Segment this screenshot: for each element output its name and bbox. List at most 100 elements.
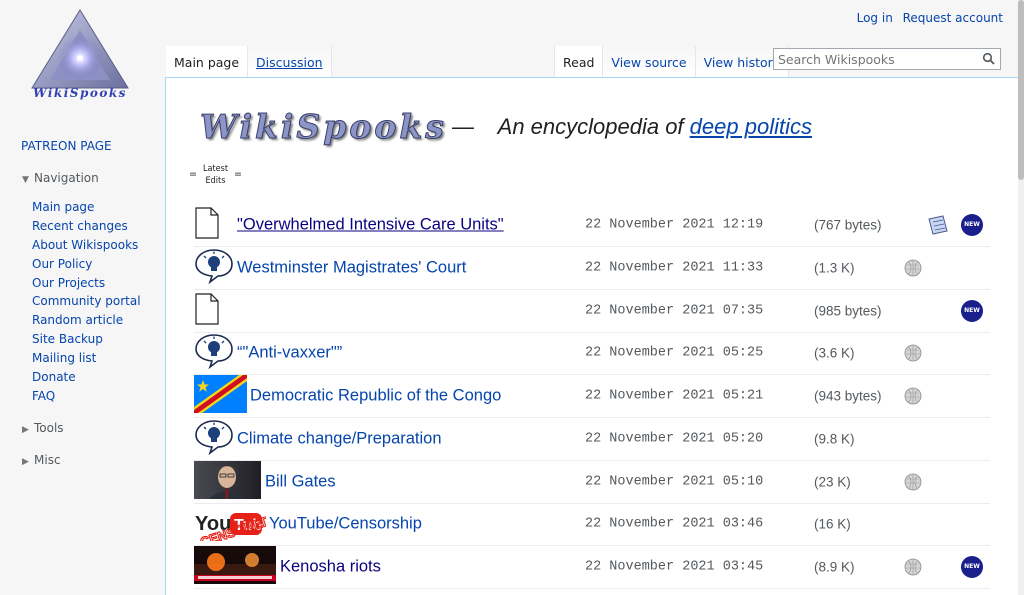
latest-line1: Latest: [202, 164, 228, 174]
page-size: (16 K): [814, 516, 851, 532]
idea-icon[interactable]: [194, 248, 234, 288]
photo-riots[interactable]: [194, 546, 276, 588]
page-size: (985 bytes): [814, 303, 882, 318]
list-item: Westminster Magistrates' Court 22 Novembe…: [194, 247, 990, 290]
page-size: (767 bytes): [814, 217, 882, 233]
edit-timestamp: 22 November 2021 05:25: [585, 345, 764, 361]
new-badge: NEW: [961, 214, 983, 236]
search-icon[interactable]: [982, 52, 996, 66]
heading-marker: =: [234, 169, 242, 180]
wikipedia-globe-icon[interactable]: [904, 259, 922, 277]
idea-icon[interactable]: [194, 419, 234, 459]
tab-main-page[interactable]: Main page: [166, 46, 249, 77]
edit-timestamp: 22 November 2021 03:45: [585, 559, 764, 575]
page-title-link[interactable]: "Overwhelmed Intensive Care Units": [237, 216, 504, 235]
list-item: Bill Gates 22 November 2021 05:10 (23 K): [194, 460, 990, 504]
login-link[interactable]: Log in: [857, 11, 893, 25]
edit-timestamp: 22 November 2021 05:10: [585, 474, 764, 489]
heading-marker: =: [189, 169, 197, 180]
sidebar-item-policy[interactable]: Our Policy: [32, 257, 92, 271]
misc-toggle[interactable]: ▶ Misc: [22, 453, 61, 467]
idea-icon[interactable]: [194, 333, 234, 373]
wikipedia-globe-icon[interactable]: [904, 387, 922, 405]
navigation-label: Navigation: [34, 171, 99, 185]
wikipedia-globe-icon[interactable]: [904, 558, 922, 576]
sidebar-item-random-article[interactable]: Random article: [32, 313, 123, 327]
page-title-link[interactable]: Westminster Magistrates' Court: [237, 258, 466, 277]
sidebar-item-projects[interactable]: Our Projects: [32, 276, 105, 290]
edit-timestamp: 22 November 2021 03:46: [585, 516, 764, 532]
edit-timestamp: 22 November 2021 12:19: [585, 217, 764, 233]
patreon-link[interactable]: PATREON PAGE: [21, 139, 112, 153]
list-item: "Overwhelmed Intensive Care Units" 22 Nov…: [194, 204, 990, 247]
wikispooks-wordmark: WikiSpooks: [200, 107, 447, 147]
request-account-link[interactable]: Request account: [903, 11, 1003, 25]
tab-discussion-link[interactable]: Discussion: [256, 55, 322, 70]
list-item: Democratic Republic of the Congo 22 Novem…: [194, 375, 990, 418]
photo-person[interactable]: [194, 460, 261, 503]
scrollbar-thumb[interactable]: [1018, 0, 1024, 180]
edit-timestamp: 22 November 2021 11:33: [585, 260, 764, 276]
new-badge: NEW: [961, 299, 983, 322]
personal-tools: Log in Request account: [851, 11, 1003, 25]
sidebar-item-recent-changes[interactable]: Recent changes: [32, 219, 128, 233]
sidebar-item-site-backup[interactable]: Site Backup: [32, 332, 103, 346]
flag-congo[interactable]: [194, 375, 247, 417]
tools-label: Tools: [34, 421, 64, 435]
wikipedia-globe-icon[interactable]: [904, 473, 922, 491]
page-size: (943 bytes): [814, 388, 882, 404]
edit-note-icon[interactable]: [927, 215, 949, 235]
list-item: Kenosha riots 22 November 2021 03:45 (8.9 …: [194, 546, 990, 589]
page-title-link[interactable]: “"Anti-vaxxer"”: [237, 344, 342, 363]
tab-read[interactable]: Read: [554, 46, 604, 77]
page-size: (8.9 K): [814, 559, 855, 575]
search-input[interactable]: [774, 49, 982, 70]
navigation-list: Main page Recent changes About Wikispook…: [32, 200, 141, 408]
sidebar-item-community-portal[interactable]: Community portal: [32, 294, 141, 308]
sidebar-item-about[interactable]: About Wikispooks: [32, 238, 138, 252]
sidebar-item-donate[interactable]: Donate: [32, 370, 76, 384]
edit-timestamp: 22 November 2021 07:35: [585, 303, 764, 318]
edit-timestamp: 22 November 2021 05:21: [585, 388, 764, 404]
page-title-link[interactable]: Bill Gates: [265, 472, 336, 491]
view-tabs: Read View source View history: [554, 46, 790, 78]
page-title-link[interactable]: Democratic Republic of the Congo: [250, 387, 501, 406]
wikipedia-globe-icon[interactable]: [904, 344, 922, 362]
logo-text: WikiSpooks: [33, 86, 127, 100]
page-title-link[interactable]: YouTube/Censorship: [269, 515, 422, 534]
search-box: [773, 48, 1001, 70]
latest-edits-heading: = Latest Edits =: [189, 163, 242, 187]
tab-view-source[interactable]: View source: [603, 46, 696, 77]
youtube-logo[interactable]: YouTubeCENSORED: [194, 503, 274, 550]
chevron-right-icon: ▶: [22, 457, 29, 467]
latest-line2: Edits: [205, 176, 226, 186]
scrollbar-track[interactable]: [1018, 0, 1024, 595]
tab-view-source-link[interactable]: View source: [611, 55, 686, 70]
tab-discussion[interactable]: Discussion: [248, 46, 332, 77]
page-icon[interactable]: [194, 292, 220, 329]
page-title-link[interactable]: Climate change/Preparation: [237, 429, 442, 448]
tools-toggle[interactable]: ▶ Tools: [22, 421, 64, 435]
latest-edits-label: Latest Edits: [203, 163, 228, 187]
page-size: (9.8 K): [814, 431, 855, 447]
tagline-text: An encyclopedia of: [497, 114, 684, 139]
chevron-right-icon: ▶: [22, 425, 29, 435]
sidebar-item-faq[interactable]: FAQ: [32, 389, 55, 403]
list-item: “"Anti-vaxxer"” 22 November 2021 05:25 (3.…: [194, 332, 990, 376]
page-icon[interactable]: [194, 207, 220, 243]
deep-politics-link[interactable]: deep politics: [690, 114, 812, 139]
list-item: YouTubeCENSOREDYouTube/Censorship 22 Nove…: [194, 503, 990, 550]
sidebar-item-main-page[interactable]: Main page: [32, 200, 94, 214]
page-title-link[interactable]: Kenosha riots: [280, 558, 381, 577]
tagline-dash: —: [452, 114, 474, 139]
chevron-down-icon: ▼: [22, 175, 29, 185]
page-size: (23 K): [814, 474, 851, 489]
tab-view-history-link[interactable]: View history: [704, 55, 781, 70]
sidebar-item-mailing-list[interactable]: Mailing list: [32, 351, 96, 365]
tagline: — An encyclopedia of deep politics: [452, 114, 812, 140]
page-size: (1.3 K): [814, 260, 855, 276]
misc-label: Misc: [34, 453, 61, 467]
navigation-toggle[interactable]: ▼ Navigation: [22, 171, 99, 185]
edit-timestamp: 22 November 2021 05:20: [585, 431, 764, 447]
list-item: 22 November 2021 07:35 (985 bytes) NEW: [194, 290, 990, 333]
